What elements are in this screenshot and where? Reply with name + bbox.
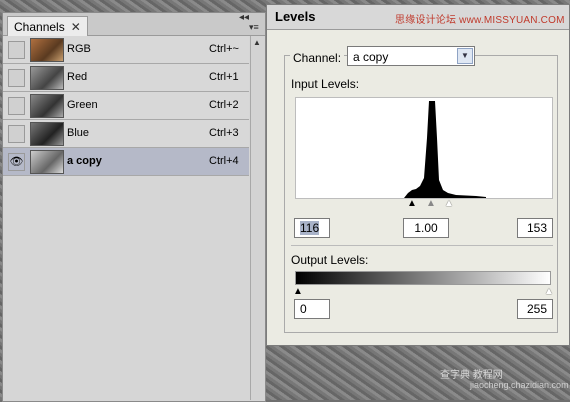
output-levels-label: Output Levels: [291, 253, 369, 267]
channel-thumbnail [30, 66, 64, 90]
channel-thumbnail [30, 38, 64, 62]
panel-menu-icon[interactable]: ▾≡ [249, 22, 259, 33]
output-black-field[interactable]: 0 [294, 299, 330, 319]
channel-row-green[interactable]: Green Ctrl+2 [3, 92, 249, 120]
channel-thumbnail [30, 122, 64, 146]
output-slider[interactable]: ▲ ▲ [293, 287, 554, 297]
channels-panel-header: Channels ✕ ◂◂ ▾≡ [3, 12, 265, 36]
channel-row-rgb[interactable]: RGB Ctrl+~ [3, 36, 249, 64]
channel-shortcut: Ctrl+~ [209, 43, 239, 55]
corner-watermark: 查字典 教程网 [440, 370, 503, 381]
white-point-slider[interactable]: ▲ [444, 199, 454, 209]
dialog-titlebar[interactable]: Levels 思缘设计论坛 www.MISSYUAN.COM [267, 5, 569, 30]
gamma-slider[interactable]: ▲ [426, 199, 436, 209]
visibility-toggle[interactable] [8, 125, 25, 143]
visibility-toggle[interactable] [8, 97, 25, 115]
output-black-slider[interactable]: ▲ [293, 287, 303, 297]
histogram [295, 97, 553, 199]
channel-shortcut: Ctrl+2 [209, 99, 239, 111]
levels-dialog: Levels 思缘设计论坛 www.MISSYUAN.COM Channel: … [266, 4, 570, 346]
channel-shortcut: Ctrl+4 [209, 155, 239, 167]
visibility-toggle[interactable] [8, 41, 25, 59]
channels-tab-label: Channels [14, 19, 65, 34]
black-point-slider[interactable]: ▲ [407, 199, 417, 209]
channel-name: Green [67, 99, 98, 111]
chevron-down-icon[interactable]: ▼ [457, 48, 473, 64]
divider [291, 245, 553, 246]
dialog-title: Levels [275, 9, 316, 24]
channel-shortcut: Ctrl+3 [209, 127, 239, 139]
visibility-toggle[interactable] [8, 69, 25, 87]
channel-list: RGB Ctrl+~ Red Ctrl+1 Green Ctrl+2 Blue … [3, 36, 249, 176]
collapse-panel-icon[interactable]: ◂◂ [239, 12, 249, 23]
channels-scrollbar[interactable]: ▲ [250, 36, 265, 400]
output-white-slider[interactable]: ▲ [544, 287, 554, 297]
scroll-up-icon[interactable]: ▲ [253, 38, 261, 47]
channel-select[interactable]: a copy ▼ [347, 46, 475, 66]
channels-panel: Channels ✕ ◂◂ ▾≡ RGB Ctrl+~ Red Ctrl+1 G… [2, 12, 266, 402]
channels-tab[interactable]: Channels ✕ [7, 16, 88, 36]
channel-thumbnail [30, 94, 64, 118]
channel-shortcut: Ctrl+1 [209, 71, 239, 83]
channel-select-value: a copy [353, 50, 389, 64]
channel-name: Red [67, 71, 88, 83]
channel-thumbnail [30, 150, 64, 174]
channel-name: a copy [67, 155, 102, 167]
output-white-field[interactable]: 255 [517, 299, 553, 319]
eye-icon[interactable]: 👁 [8, 153, 25, 171]
close-icon[interactable]: ✕ [71, 20, 81, 34]
input-black-field[interactable]: 116 [294, 218, 330, 238]
channel-name: Blue [67, 127, 90, 139]
channel-label: Channel: [290, 51, 345, 65]
channel-row-red[interactable]: Red Ctrl+1 [3, 64, 249, 92]
watermark-text: 思缘设计论坛 www.MISSYUAN.COM [395, 15, 565, 26]
channel-row-a-copy[interactable]: 👁 a copy Ctrl+4 [3, 148, 249, 176]
input-levels-label: Input Levels: [291, 77, 360, 91]
input-gamma-field[interactable]: 1.00 [403, 218, 449, 238]
input-slider[interactable]: ▲ ▲ ▲ [295, 199, 551, 209]
channel-name: RGB [67, 43, 91, 55]
channel-row-blue[interactable]: Blue Ctrl+3 [3, 120, 249, 148]
input-black-value: 116 [300, 221, 320, 235]
input-white-field[interactable]: 153 [517, 218, 553, 238]
output-gradient-bar [295, 271, 551, 285]
histogram-graph [404, 101, 486, 198]
corner-watermark-url: jiaocheng.chazidian.com [470, 380, 569, 390]
